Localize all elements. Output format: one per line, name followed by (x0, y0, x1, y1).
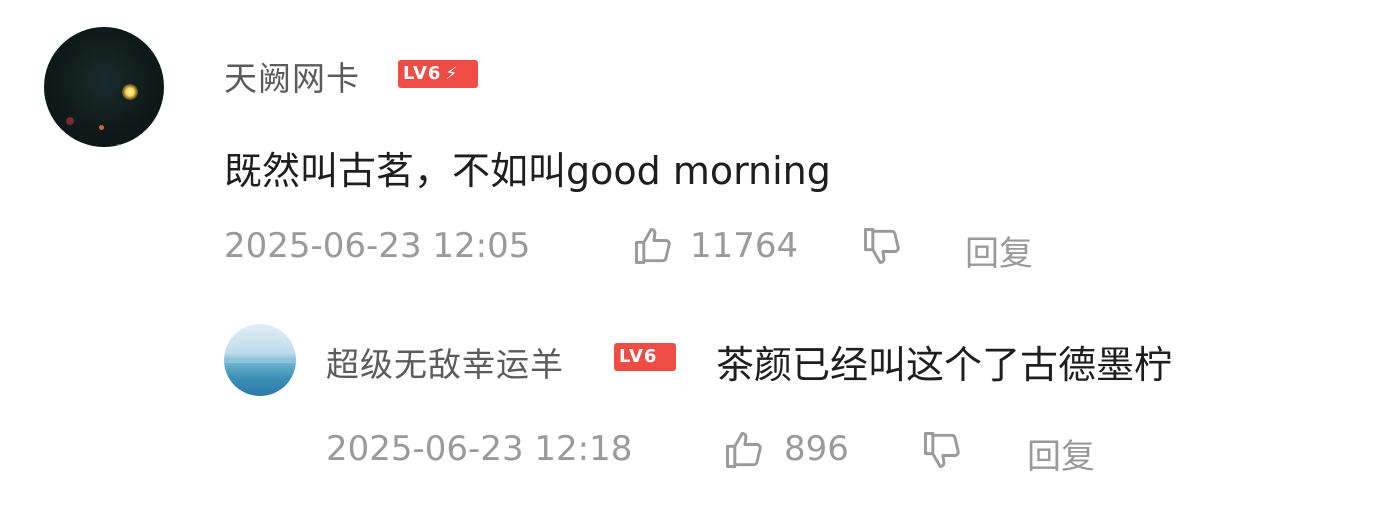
reply-level-badge: LV6 (614, 343, 676, 371)
thumbs-up-icon[interactable] (631, 224, 675, 268)
reply-like-count: 896 (784, 429, 849, 469)
comment-timestamp: 2025-06-23 12:05 (224, 226, 531, 266)
thumbs-up-icon[interactable] (722, 428, 766, 472)
reply-text: 茶颜已经叫这个了古德墨柠 (716, 343, 1173, 387)
commenter-avatar[interactable] (44, 27, 164, 147)
reply-avatar[interactable] (224, 324, 296, 396)
reply-reply-button[interactable]: 回复 (1027, 429, 1095, 478)
comment-thread: 天阙网卡 LV6 ⚡ 既然叫古茗，不如叫good morning 2025-06-… (0, 0, 1400, 518)
like-count: 11764 (690, 226, 799, 266)
thumbs-down-icon[interactable] (860, 224, 904, 268)
comment-text: 既然叫古茗，不如叫good morning (224, 149, 831, 193)
level-label: LV6 (403, 63, 442, 84)
level-badge: LV6 ⚡ (398, 60, 478, 88)
avatar-light (122, 84, 138, 100)
lightning-icon: ⚡ (445, 64, 459, 84)
reply-username[interactable]: 超级无敌幸运羊 (326, 338, 564, 386)
commenter-username[interactable]: 天阙网卡 (224, 52, 360, 100)
thumbs-down-icon[interactable] (920, 428, 964, 472)
reply-timestamp: 2025-06-23 12:18 (326, 429, 633, 469)
reply-button[interactable]: 回复 (965, 226, 1033, 275)
reply-level-label: LV6 (619, 346, 658, 367)
